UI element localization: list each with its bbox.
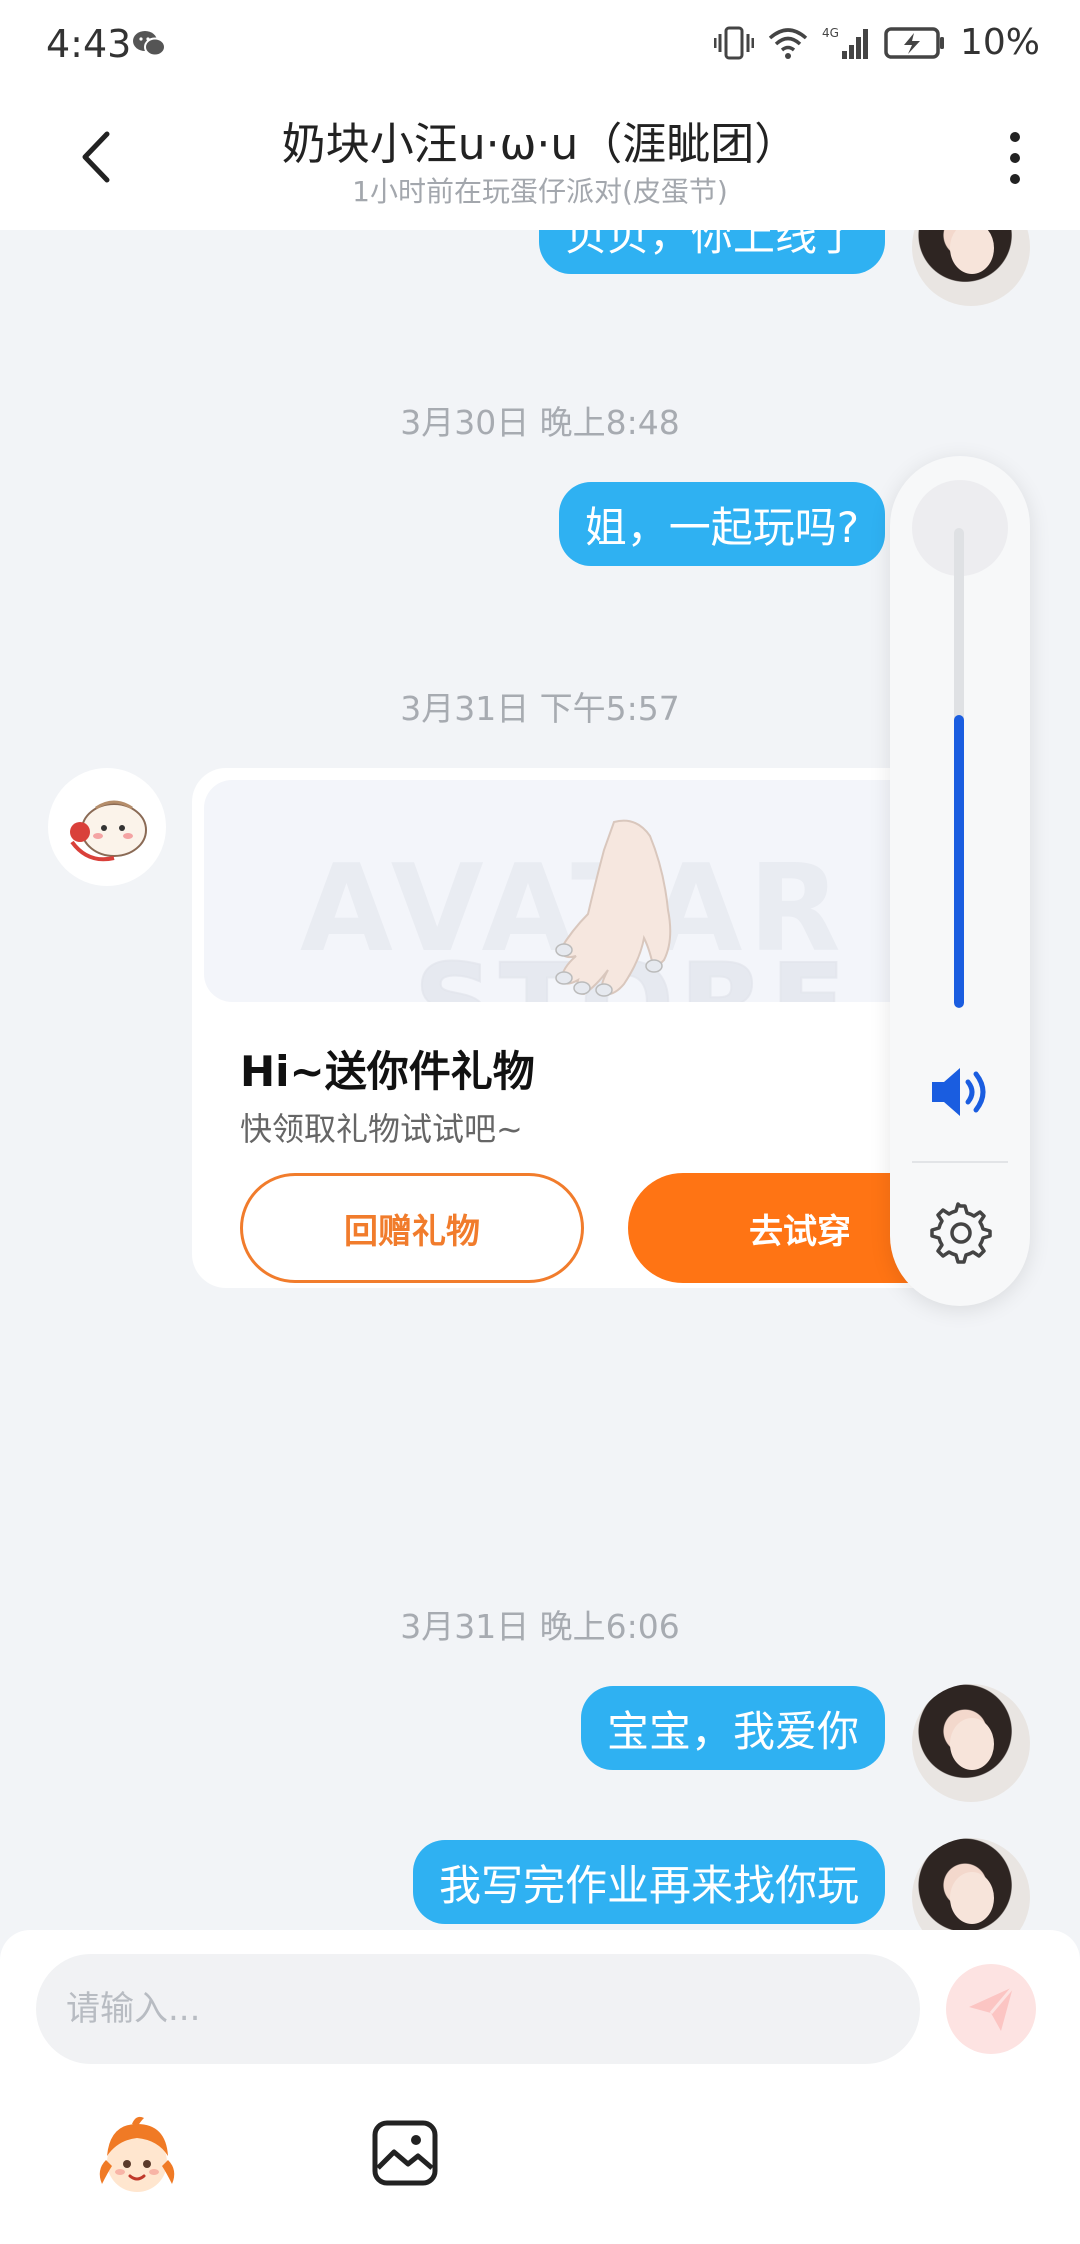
image-icon — [372, 2120, 438, 2186]
message-bubble-outgoing[interactable]: 姐，一起玩吗? — [558, 482, 885, 566]
image-picker-button[interactable] — [370, 2118, 440, 2188]
network-label: 4G — [822, 26, 839, 40]
user-avatar[interactable] — [912, 230, 1030, 306]
message-bubble-outgoing[interactable]: 宝宝，我爱你 — [580, 1686, 885, 1770]
volume-panel — [890, 456, 1030, 1306]
status-time: 4:43 — [46, 22, 132, 66]
battery-percentage: 10% — [959, 22, 1040, 63]
battery-charging-icon — [884, 26, 944, 59]
return-gift-button[interactable]: 回赠礼物 — [240, 1173, 584, 1283]
message-bubble-outgoing[interactable]: 贝贝，你上线了 — [538, 230, 885, 274]
more-options-button[interactable] — [990, 128, 1040, 188]
volume-slider-fill — [954, 715, 964, 1008]
more-dot-icon — [1010, 153, 1020, 163]
volume-slider[interactable] — [954, 528, 964, 1008]
send-icon — [969, 1986, 1015, 2031]
wifi-icon — [768, 27, 808, 59]
character-emoji-button[interactable] — [92, 2114, 182, 2204]
contact-name[interactable]: 奶块小汪u·ω·u（涯眦团） — [0, 108, 1080, 172]
user-avatar[interactable] — [912, 1838, 1030, 1930]
chat-header: 奶块小汪u·ω·u（涯眦团） 1小时前在玩蛋仔派对(皮蛋节) — [0, 90, 1080, 230]
vibrate-icon — [713, 26, 754, 59]
more-dot-icon — [1010, 132, 1020, 142]
status-icons: 4G 10% — [713, 22, 1040, 63]
speaker-volume-icon[interactable] — [928, 1064, 992, 1120]
contact-avatar[interactable] — [48, 768, 166, 886]
gift-card-title: Hi~送你件礼物 — [240, 1047, 535, 1096]
message-input[interactable] — [36, 1954, 920, 2064]
gear-icon[interactable] — [928, 1200, 992, 1264]
gift-preview-image[interactable]: AVATAR STORE — [204, 780, 1008, 1002]
message-input-bar — [0, 1930, 1080, 2244]
cartoon-avatar-icon — [70, 800, 147, 862]
contact-status: 1小时前在玩蛋仔派对(皮蛋节) — [352, 175, 728, 208]
message-timestamp: 3月30日 晚上8:48 — [400, 403, 680, 442]
more-dot-icon — [1010, 174, 1020, 184]
hand-nail-icon — [555, 819, 672, 997]
message-timestamp: 3月31日 晚上6:06 — [400, 1607, 680, 1646]
send-button[interactable] — [946, 1964, 1036, 2054]
cellular-signal-icon: 4G — [822, 26, 868, 59]
character-face-icon — [99, 2116, 175, 2192]
divider — [912, 1161, 1008, 1163]
gift-card-description: 快领取礼物试试吧~ — [240, 1110, 523, 1148]
message-bubble-outgoing[interactable]: 我写完作业再来找你玩 — [412, 1840, 885, 1924]
status-bar: 4:43 4G 10% — [0, 0, 1080, 90]
wechat-icon — [133, 31, 166, 57]
user-avatar[interactable] — [912, 1684, 1030, 1802]
